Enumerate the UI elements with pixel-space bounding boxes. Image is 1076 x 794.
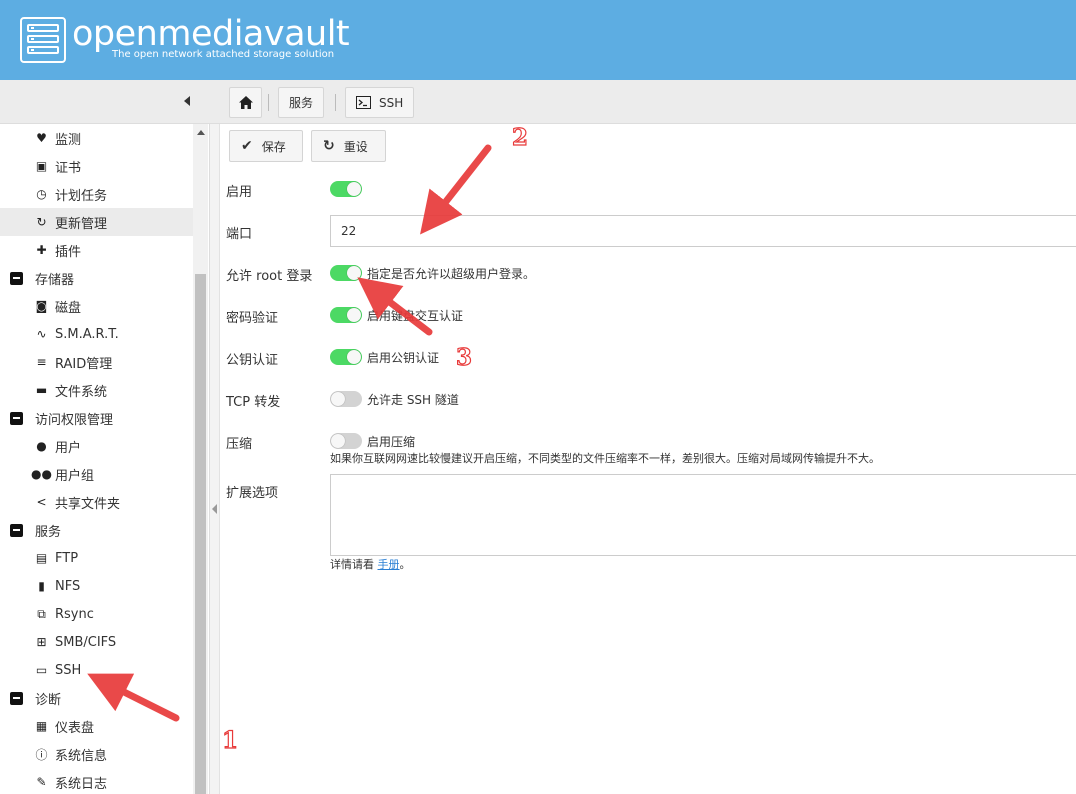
- annotation-arrows: [87, 144, 492, 722]
- arrow-2: [420, 144, 492, 235]
- annotation-2: 2: [511, 123, 529, 151]
- arrow-1: [87, 673, 180, 722]
- annotation-3: 3: [455, 343, 473, 371]
- annotation-1: 1: [221, 726, 239, 754]
- arrow-3: [357, 277, 433, 336]
